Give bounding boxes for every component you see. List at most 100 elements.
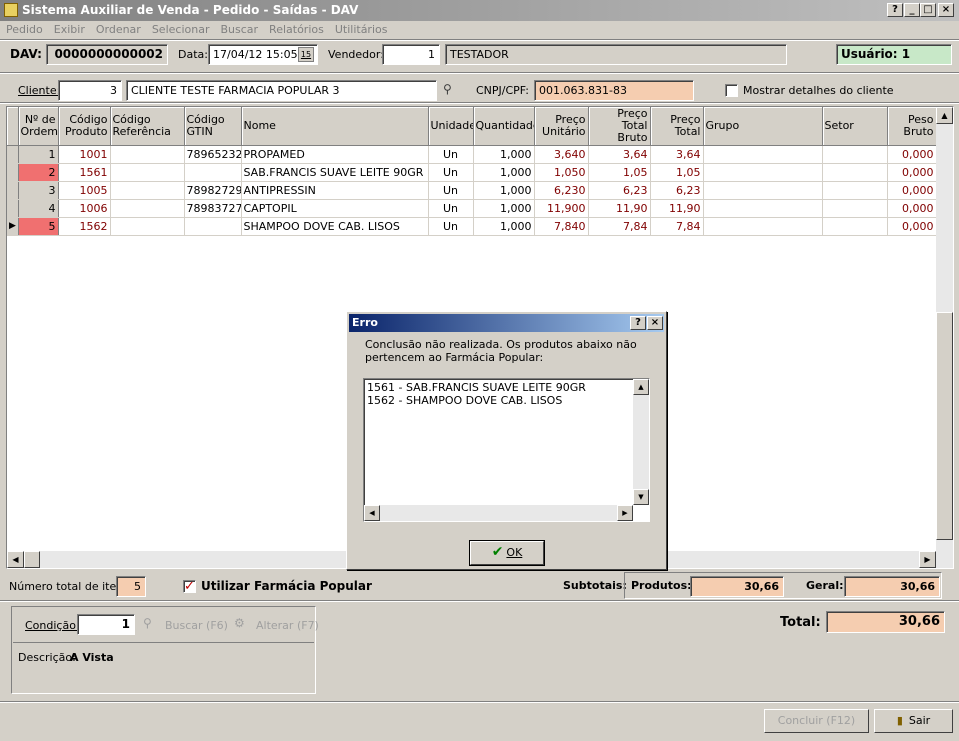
- table-row[interactable]: 11001789652320PROPAMEDUn1,0003,6403,643,…: [7, 145, 937, 164]
- grid-cell-grupo[interactable]: [703, 163, 823, 182]
- grid-cell-gtin[interactable]: 789837270: [184, 199, 242, 218]
- grid-cell-gtin[interactable]: 789652320: [184, 145, 242, 164]
- grid-cell-peso[interactable]: 0,000: [887, 199, 937, 218]
- grid-cell-setor[interactable]: [822, 181, 888, 200]
- row-indicator[interactable]: [7, 199, 19, 218]
- header-preco-total[interactable]: Preço Total: [650, 107, 704, 146]
- grid-cell-nome[interactable]: CAPTOPIL: [241, 199, 429, 218]
- mostrar-detalhes-checkbox[interactable]: [725, 84, 738, 97]
- grid-cell-produto[interactable]: 1561: [58, 163, 111, 182]
- row-indicator[interactable]: [7, 145, 19, 164]
- menu-utilitarios[interactable]: Utilitários: [329, 21, 393, 39]
- dialog-list-item[interactable]: 1561 - SAB.FRANCIS SUAVE LEITE 90GR: [367, 381, 586, 394]
- header-nome[interactable]: Nome: [241, 107, 429, 146]
- horizontal-scroll-thumb[interactable]: [24, 551, 40, 568]
- grid-cell-referencia[interactable]: [110, 163, 185, 182]
- grid-cell-quantidade[interactable]: 1,000: [473, 145, 535, 164]
- vendedor-code-field[interactable]: 1: [382, 44, 440, 65]
- grid-cell-gtin[interactable]: [184, 217, 242, 236]
- header-codigo-gtin[interactable]: Código GTIN: [184, 107, 242, 146]
- header-preco-unitario[interactable]: Preço Unitário: [534, 107, 589, 146]
- grid-cell-produto[interactable]: 1562: [58, 217, 111, 236]
- grid-cell-unidade[interactable]: Un: [428, 181, 474, 200]
- cliente-code-field[interactable]: 3: [58, 80, 122, 101]
- grid-cell-nome[interactable]: ANTIPRESSIN: [241, 181, 429, 200]
- grid-cell-total[interactable]: 11,90: [650, 199, 704, 218]
- dialog-scroll-down-icon[interactable]: ▼: [633, 489, 649, 505]
- table-row[interactable]: 41006789837270CAPTOPILUn1,00011,90011,90…: [7, 199, 937, 218]
- grid-cell-setor[interactable]: [822, 145, 888, 164]
- grid-cell-ordem[interactable]: 3: [18, 181, 59, 200]
- dialog-scroll-up-icon[interactable]: ▲: [633, 379, 649, 395]
- grid-cell-unitario[interactable]: 7,840: [534, 217, 589, 236]
- header-ordem[interactable]: Nº de Ordem: [18, 107, 59, 146]
- scroll-right-icon[interactable]: ▶: [919, 551, 936, 568]
- condicao-field[interactable]: 1: [77, 614, 135, 635]
- grid-cell-total-bruto[interactable]: 1,05: [588, 163, 651, 182]
- menu-exibir[interactable]: Exibir: [48, 21, 90, 39]
- grid-cell-quantidade[interactable]: 1,000: [473, 181, 535, 200]
- grid-cell-grupo[interactable]: [703, 181, 823, 200]
- dialog-scroll-right-icon[interactable]: ▶: [617, 505, 633, 521]
- menu-selecionar[interactable]: Selecionar: [146, 21, 215, 39]
- header-setor[interactable]: Setor: [822, 107, 888, 146]
- grid-cell-unidade[interactable]: Un: [428, 217, 474, 236]
- grid-cell-ordem[interactable]: 5: [18, 217, 59, 236]
- dialog-list-hscroll[interactable]: ◀ ▶: [364, 505, 633, 521]
- grid-vertical-scrollbar[interactable]: ▲: [936, 107, 953, 551]
- header-codigo-referencia[interactable]: Código Referência: [110, 107, 185, 146]
- row-indicator[interactable]: [7, 181, 19, 200]
- grid-cell-produto[interactable]: 1005: [58, 181, 111, 200]
- grid-cell-setor[interactable]: [822, 199, 888, 218]
- grid-cell-produto[interactable]: 1001: [58, 145, 111, 164]
- menu-ordenar[interactable]: Ordenar: [90, 21, 146, 39]
- header-peso-bruto[interactable]: Peso Bruto: [887, 107, 937, 146]
- concluir-button[interactable]: Concluir (F12): [764, 709, 869, 733]
- grid-cell-setor[interactable]: [822, 163, 888, 182]
- grid-cell-referencia[interactable]: [110, 181, 185, 200]
- grid-cell-peso[interactable]: 0,000: [887, 163, 937, 182]
- cliente-name-field[interactable]: CLIENTE TESTE FARMACIA POPULAR 3: [126, 80, 437, 101]
- grid-cell-unitario[interactable]: 6,230: [534, 181, 589, 200]
- table-row[interactable]: 31005789827294ANTIPRESSINUn1,0006,2306,2…: [7, 181, 937, 200]
- grid-cell-total[interactable]: 3,64: [650, 145, 704, 164]
- current-row-indicator-icon[interactable]: ▶: [7, 217, 19, 236]
- menu-pedido[interactable]: Pedido: [0, 21, 48, 39]
- grid-cell-ordem[interactable]: 2: [18, 163, 59, 182]
- dialog-ok-button[interactable]: ✔ OK: [469, 540, 545, 566]
- grid-cell-referencia[interactable]: [110, 217, 185, 236]
- scroll-up-icon[interactable]: ▲: [936, 107, 953, 124]
- grid-cell-total-bruto[interactable]: 6,23: [588, 181, 651, 200]
- grid-cell-produto[interactable]: 1006: [58, 199, 111, 218]
- row-indicator[interactable]: [7, 163, 19, 182]
- grid-cell-setor[interactable]: [822, 217, 888, 236]
- grid-cell-unitario[interactable]: 3,640: [534, 145, 589, 164]
- grid-cell-quantidade[interactable]: 1,000: [473, 199, 535, 218]
- grid-cell-total[interactable]: 1,05: [650, 163, 704, 182]
- grid-cell-gtin[interactable]: 789827294: [184, 181, 242, 200]
- grid-cell-total[interactable]: 6,23: [650, 181, 704, 200]
- grid-cell-quantidade[interactable]: 1,000: [473, 217, 535, 236]
- table-row[interactable]: ▶ 5 1562 SHAMPOO DOVE CAB. LISOS Un 1,000 7,84…: [7, 217, 937, 236]
- grid-cell-unitario[interactable]: 11,900: [534, 199, 589, 218]
- grid-cell-grupo[interactable]: [703, 217, 823, 236]
- grid-cell-total-bruto[interactable]: 11,90: [588, 199, 651, 218]
- grid-cell-nome[interactable]: SHAMPOO DOVE CAB. LISOS: [241, 217, 429, 236]
- grid-cell-total-bruto[interactable]: 3,64: [588, 145, 651, 164]
- grid-cell-grupo[interactable]: [703, 145, 823, 164]
- dialog-close-button[interactable]: ×: [647, 316, 663, 330]
- grid-cell-ordem[interactable]: 1: [18, 145, 59, 164]
- menu-buscar[interactable]: Buscar: [214, 21, 263, 39]
- menu-relatorios[interactable]: Relatórios: [263, 21, 329, 39]
- header-unidade[interactable]: Unidade: [428, 107, 474, 146]
- calendar-icon[interactable]: 15: [298, 47, 314, 62]
- grid-cell-referencia[interactable]: [110, 145, 185, 164]
- dialog-list-item[interactable]: 1562 - SHAMPOO DOVE CAB. LISOS: [367, 394, 562, 407]
- grid-cell-referencia[interactable]: [110, 199, 185, 218]
- grid-cell-unidade[interactable]: Un: [428, 163, 474, 182]
- vertical-scroll-thumb[interactable]: [936, 312, 953, 540]
- grid-cell-quantidade[interactable]: 1,000: [473, 163, 535, 182]
- grid-cell-unidade[interactable]: Un: [428, 145, 474, 164]
- dialog-help-button[interactable]: ?: [630, 316, 646, 330]
- close-button[interactable]: ×: [938, 3, 954, 17]
